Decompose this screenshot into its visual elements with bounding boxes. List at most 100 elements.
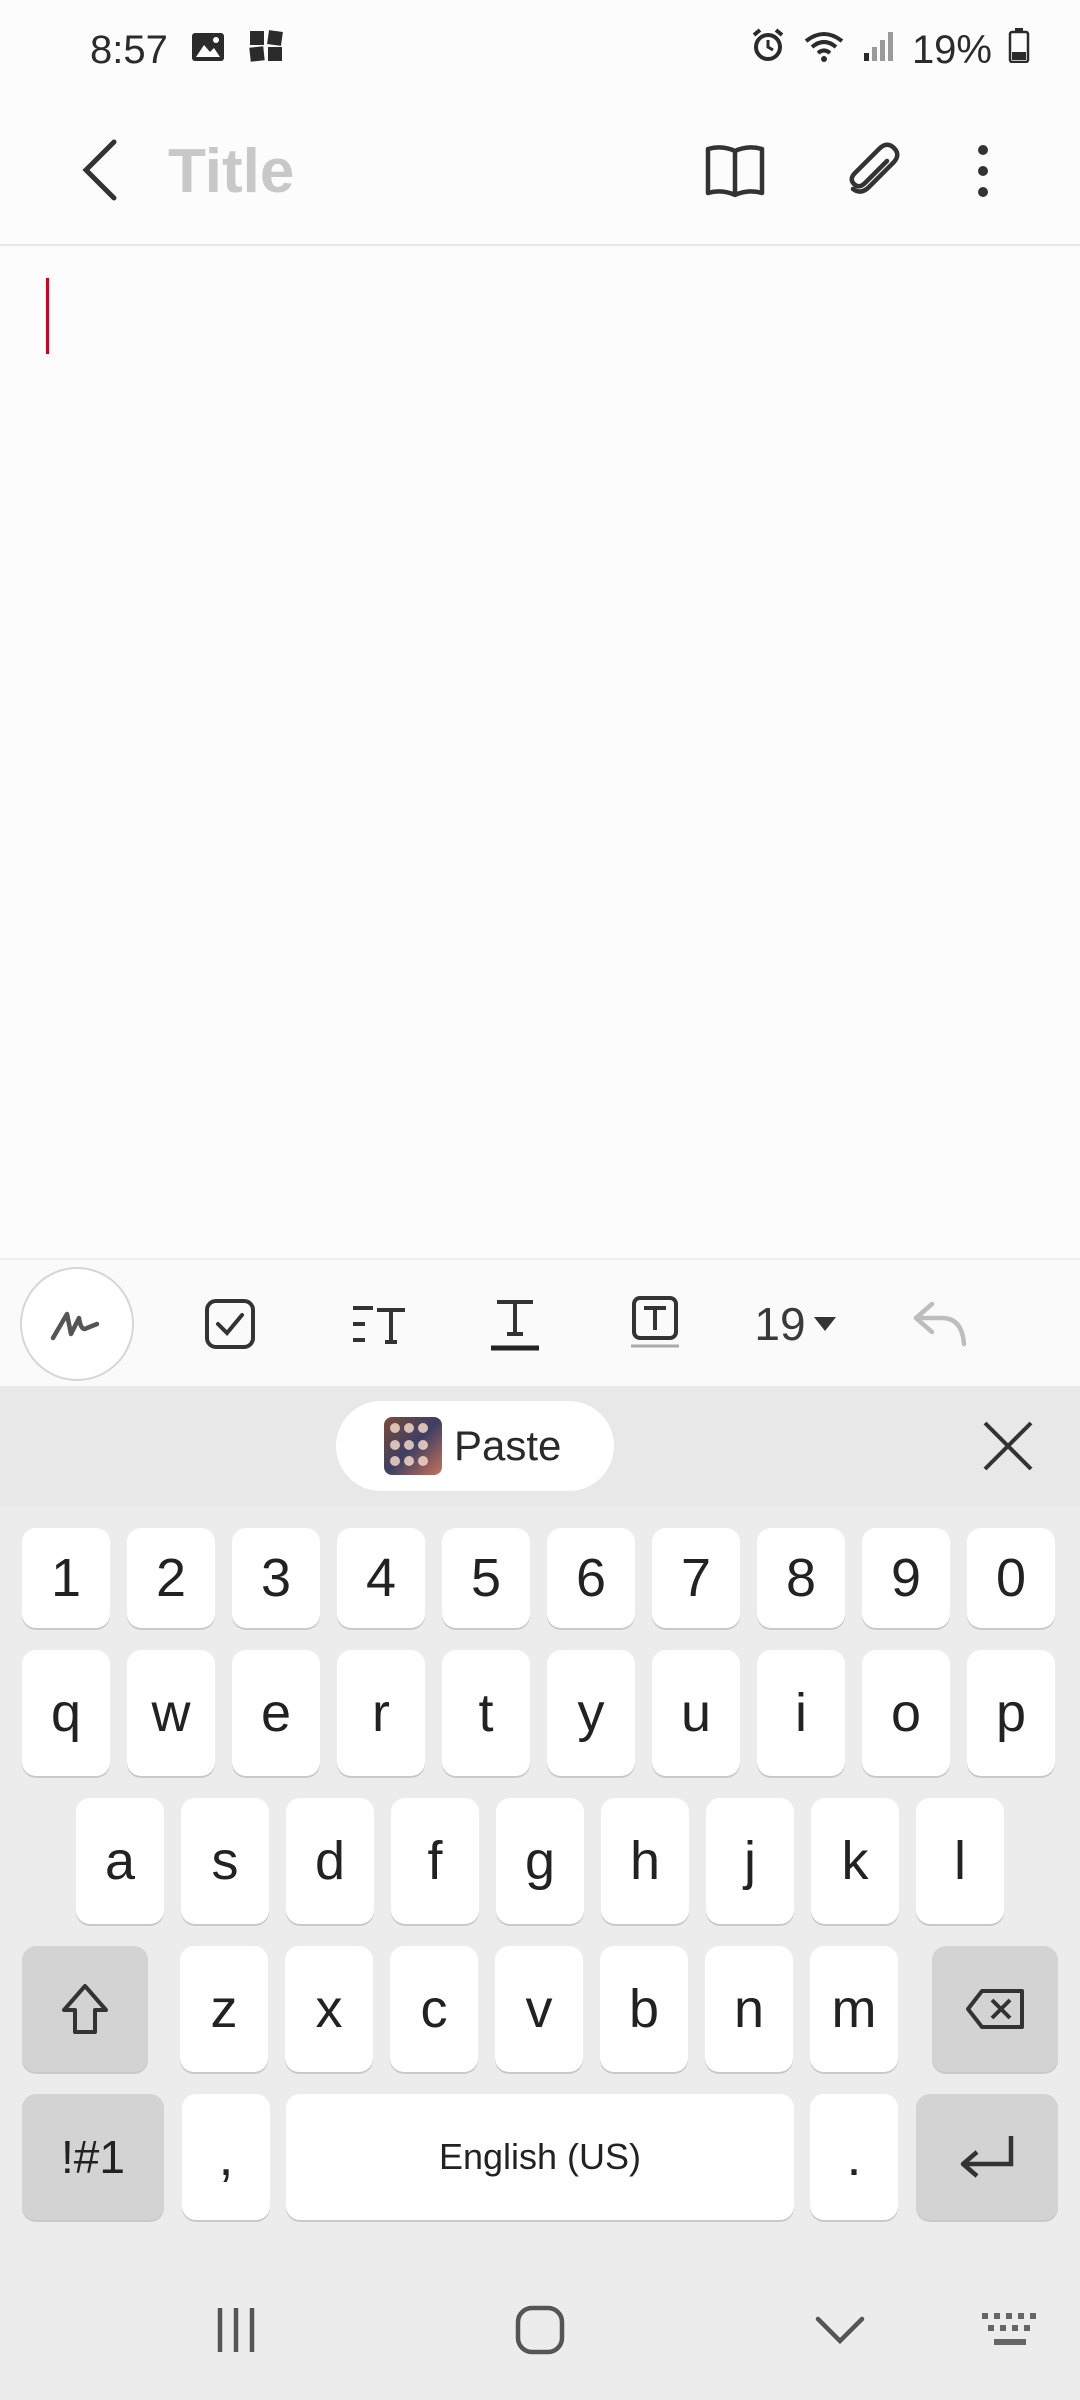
- shift-arrow-icon: [62, 1984, 108, 2034]
- checkbox-icon: [205, 1299, 255, 1349]
- book-icon: [705, 145, 765, 198]
- key-m[interactable]: m: [810, 1946, 898, 2072]
- key-c[interactable]: c: [390, 1946, 478, 2072]
- comma-key[interactable]: ,: [182, 2094, 270, 2220]
- enter-icon: [960, 2136, 1014, 2178]
- battery-icon: [1008, 27, 1030, 73]
- key-j[interactable]: j: [706, 1798, 794, 1924]
- key-e[interactable]: e: [232, 1650, 320, 1776]
- font-size-selector[interactable]: 19: [740, 1274, 850, 1374]
- reading-mode-button[interactable]: [690, 126, 780, 216]
- alarm-icon: [750, 27, 786, 73]
- dropdown-triangle-icon: [813, 1317, 836, 1331]
- close-icon: [983, 1421, 1033, 1471]
- key-z[interactable]: z: [180, 1946, 268, 2072]
- paragraph-style-button[interactable]: [334, 1274, 424, 1374]
- undo-button[interactable]: [900, 1274, 980, 1374]
- recent-apps-button[interactable]: [186, 2290, 286, 2370]
- text-color-button[interactable]: [470, 1274, 560, 1374]
- symbols-key[interactable]: !#1: [22, 2094, 164, 2220]
- keyboard-switch-button[interactable]: [960, 2290, 1060, 2370]
- text-cursor: [46, 278, 49, 354]
- key-1[interactable]: 1: [22, 1528, 110, 1628]
- key-y[interactable]: y: [547, 1650, 635, 1776]
- close-clipboard-button[interactable]: [970, 1408, 1046, 1484]
- more-options-button[interactable]: [938, 126, 1028, 216]
- key-6[interactable]: 6: [547, 1528, 635, 1628]
- pen-scribble-icon: [50, 1311, 100, 1341]
- title-input[interactable]: [168, 126, 668, 216]
- paste-label: Paste: [454, 1422, 562, 1469]
- wifi-icon: [802, 28, 846, 73]
- clipboard-suggestion-bar: Paste: [0, 1386, 1080, 1506]
- paperclip-icon: [849, 142, 900, 194]
- undo-icon: [913, 1301, 967, 1347]
- status-right: 19%: [750, 27, 1030, 73]
- paste-chip[interactable]: Paste: [336, 1401, 614, 1491]
- key-o[interactable]: o: [862, 1650, 950, 1776]
- key-3[interactable]: 3: [232, 1528, 320, 1628]
- status-bar: 8:57 19%: [0, 0, 1080, 100]
- key-w[interactable]: w: [127, 1650, 215, 1776]
- key-v[interactable]: v: [495, 1946, 583, 2072]
- back-arrow-icon: [82, 139, 117, 201]
- text-highlight-button[interactable]: [610, 1274, 700, 1374]
- app-notification-icon: [248, 28, 284, 73]
- keyboard: Paste 1234567890 qwertyuiop asdfghjkl zx…: [0, 1386, 1080, 2400]
- key-5[interactable]: 5: [442, 1528, 530, 1628]
- handwriting-button[interactable]: [20, 1267, 134, 1381]
- signal-icon: [862, 28, 896, 73]
- key-u[interactable]: u: [652, 1650, 740, 1776]
- formatting-toolbar: 19: [0, 1258, 1080, 1386]
- keyboard-icon: [982, 2313, 1036, 2345]
- checkbox-button[interactable]: [190, 1274, 270, 1374]
- key-a[interactable]: a: [76, 1798, 164, 1924]
- text-highlight-icon: [631, 1296, 679, 1348]
- key-t[interactable]: t: [442, 1650, 530, 1776]
- note-body-editor[interactable]: [0, 248, 1080, 1258]
- key-r[interactable]: r: [337, 1650, 425, 1776]
- key-9[interactable]: 9: [862, 1528, 950, 1628]
- space-key[interactable]: English (US): [286, 2094, 794, 2220]
- navigation-bar: [0, 2260, 1080, 2400]
- home-icon: [515, 2305, 565, 2355]
- key-s[interactable]: s: [181, 1798, 269, 1924]
- key-g[interactable]: g: [496, 1798, 584, 1924]
- key-k[interactable]: k: [811, 1798, 899, 1924]
- key-p[interactable]: p: [967, 1650, 1055, 1776]
- home-button[interactable]: [490, 2290, 590, 2370]
- text-color-icon: [491, 1300, 539, 1351]
- back-button[interactable]: [60, 130, 140, 210]
- key-l[interactable]: l: [916, 1798, 1004, 1924]
- key-i[interactable]: i: [757, 1650, 845, 1776]
- shift-key[interactable]: [22, 1946, 148, 2072]
- status-time: 8:57: [90, 27, 168, 72]
- key-8[interactable]: 8: [757, 1528, 845, 1628]
- key-7[interactable]: 7: [652, 1528, 740, 1628]
- backspace-icon: [966, 1989, 1024, 2029]
- font-size-value: 19: [754, 1298, 806, 1350]
- text-style-icon: [353, 1306, 405, 1344]
- key-0[interactable]: 0: [967, 1528, 1055, 1628]
- key-h[interactable]: h: [601, 1798, 689, 1924]
- hide-keyboard-button[interactable]: [790, 2290, 890, 2370]
- key-q[interactable]: q: [22, 1650, 110, 1776]
- key-b[interactable]: b: [600, 1946, 688, 2072]
- key-n[interactable]: n: [705, 1946, 793, 2072]
- key-4[interactable]: 4: [337, 1528, 425, 1628]
- period-key[interactable]: .: [810, 2094, 898, 2220]
- status-left: 8:57: [90, 28, 284, 73]
- app-bar: [0, 100, 1080, 246]
- chevron-down-icon: [815, 2316, 865, 2345]
- enter-key[interactable]: [916, 2094, 1058, 2220]
- more-vertical-icon: [978, 145, 988, 197]
- key-x[interactable]: x: [285, 1946, 373, 2072]
- battery-percentage: 19%: [911, 27, 992, 72]
- attach-button[interactable]: [828, 126, 918, 216]
- key-f[interactable]: f: [391, 1798, 479, 1924]
- key-d[interactable]: d: [286, 1798, 374, 1924]
- clipboard-thumbnail: [384, 1417, 442, 1475]
- backspace-key[interactable]: [932, 1946, 1058, 2072]
- key-2[interactable]: 2: [127, 1528, 215, 1628]
- recent-apps-icon: [217, 2308, 255, 2352]
